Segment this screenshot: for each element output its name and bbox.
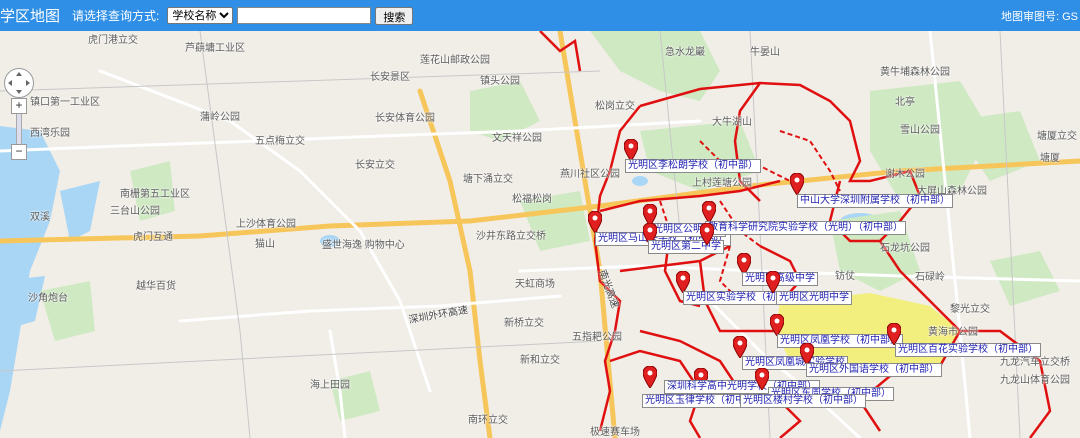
place-changan-scenic: 长安景区 xyxy=(370,72,410,83)
zoom-slider[interactable] xyxy=(16,114,22,144)
query-mode-select[interactable]: 学校名称 xyxy=(167,7,234,24)
place-jian: 北亭 xyxy=(895,97,915,108)
place-shuangxi: 双溪 xyxy=(30,212,50,223)
place-changan-sports: 长安体育公园 xyxy=(375,113,435,124)
place-lianhuashan-park: 莲花山邮政公园 xyxy=(420,55,490,66)
place-jishui-longyan: 急水龙巖 xyxy=(665,47,705,58)
school-label[interactable]: 教育科学研究院实验学校（光明）（初中部） xyxy=(705,221,906,235)
place-wutian: 五指耙公园 xyxy=(572,332,622,343)
place-changan-lijiao: 长安立交 xyxy=(355,160,395,171)
place-bushan-park: 蒲岭公园 xyxy=(200,112,240,123)
search-button[interactable]: 搜索 xyxy=(375,6,414,25)
place-shengshi-center: 盛世海逸 购物中心 xyxy=(322,240,405,251)
school-marker-icon[interactable] xyxy=(766,271,780,293)
place-nanfeng-industrial: 南栅第五工业区 xyxy=(120,189,190,200)
place-songgang: 松岗立交 xyxy=(595,101,635,112)
school-marker-icon[interactable] xyxy=(770,314,784,336)
place-tianxi-park: 燕川社区公园 xyxy=(560,169,620,180)
map-view[interactable]: 虎门港立交 芦蕻墉工业区 莲花山邮政公园 急水龙巖 牛晏山 黄牛埔森林公园 镇头… xyxy=(0,31,1080,438)
place-xiangmen: 塘下涌立交 xyxy=(463,174,513,185)
pan-control[interactable] xyxy=(4,68,34,98)
place-shangshui: 沙井东路立交桥 xyxy=(476,231,546,242)
place-liguang: 黎光立交 xyxy=(950,304,990,315)
place-zhentou-park: 镇头公园 xyxy=(480,76,520,87)
place-wentian-park: 文天祥公园 xyxy=(492,133,542,144)
place-yuehua: 越华百货 xyxy=(136,281,176,292)
place-fangyi: 钫仗 xyxy=(835,271,855,282)
place-shangcun: 上村莲塘公园 xyxy=(692,178,752,189)
place-niushan: 牛晏山 xyxy=(750,47,780,58)
pan-arrows-icon xyxy=(8,72,30,94)
place-yuankou-industrial: 镇口第一工业区 xyxy=(30,97,100,108)
place-dahe-dalian: 大牛湖山 xyxy=(712,117,752,128)
school-label[interactable]: 光明区高级中学 xyxy=(742,272,818,286)
zoom-in-button[interactable]: + xyxy=(11,98,27,114)
place-humen-gang: 虎门港立交 xyxy=(88,35,138,46)
place-shiyan: 石碌岭 xyxy=(915,272,945,283)
place-jixiang: 极速赛车场 xyxy=(590,427,640,438)
place-jiulong-sports: 九龙山体育公园 xyxy=(1000,375,1070,386)
school-marker-icon[interactable] xyxy=(624,139,638,161)
place-tiancao: 塘厦立交 xyxy=(1037,131,1077,142)
school-label[interactable]: 光明区外国语学校（初中部） xyxy=(806,363,942,377)
school-label[interactable]: 光明区李松朗学校（初中部） xyxy=(625,159,761,173)
school-marker-icon[interactable] xyxy=(643,366,657,388)
place-xinqiao: 新桥立交 xyxy=(504,318,544,329)
place-mashan-park: 猫山 xyxy=(255,239,275,250)
place-tianxu: 天虹商场 xyxy=(515,279,555,290)
school-label[interactable]: 光明区百花实验学校（初中部） xyxy=(895,343,1041,357)
school-label[interactable]: 光明区光明中学 xyxy=(776,291,852,305)
top-toolbar: 学区地图 请选择查询方式: 学校名称 搜索 地图审图号: GS xyxy=(0,0,1080,31)
place-haishang-park: 海上田园 xyxy=(310,380,350,391)
school-marker-icon[interactable] xyxy=(702,201,716,223)
school-marker-icon[interactable] xyxy=(676,271,690,293)
place-shangsha-sports: 上沙体育公园 xyxy=(236,219,296,230)
place-xiemu: 谢木公园 xyxy=(885,169,925,180)
place-sanshan-park: 三台山公园 xyxy=(110,206,160,217)
place-nanhuan: 南环立交 xyxy=(468,415,508,426)
place-xixiang-park: 西湾乐园 xyxy=(30,128,70,139)
place-tiantou2: 塘厦 xyxy=(1040,153,1060,164)
school-marker-icon[interactable] xyxy=(755,368,769,390)
school-marker-icon[interactable] xyxy=(733,336,747,358)
place-shilongkeng: 石龙坑公园 xyxy=(880,243,930,254)
place-xuelian: 雪山公园 xyxy=(900,125,940,136)
app-title: 学区地图 xyxy=(0,8,61,25)
place-xinhe: 新和立交 xyxy=(520,355,560,366)
place-wudianmei: 五点梅立交 xyxy=(255,136,305,147)
school-label[interactable]: 光明区楼村学校（初中部） xyxy=(740,394,866,408)
query-mode-label: 请选择查询方式: xyxy=(72,9,160,23)
place-luban-industrial: 芦蕻墉工业区 xyxy=(185,43,245,54)
place-songfu: 松福松岗 xyxy=(512,194,552,205)
map-approval-number: 地图审图号: GS xyxy=(1000,11,1078,23)
school-marker-icon[interactable] xyxy=(790,173,804,195)
place-shajiao: 沙角炮台 xyxy=(28,293,68,304)
school-marker-icon[interactable] xyxy=(887,323,901,345)
place-huanghai: 黄海市公园 xyxy=(928,327,978,338)
map-navigation-control: + − xyxy=(4,68,34,160)
school-marker-icon[interactable] xyxy=(588,211,602,233)
search-input[interactable] xyxy=(237,7,372,24)
school-marker-icon[interactable] xyxy=(800,343,814,365)
zoom-out-button[interactable]: − xyxy=(11,144,27,160)
school-label[interactable]: 中山大学深圳附属学校（初中部） xyxy=(797,194,953,208)
school-label[interactable]: 光明区凤凰学校（初中部） xyxy=(777,334,903,348)
school-marker-icon[interactable] xyxy=(700,223,714,245)
place-yeziling-park: 黄牛埔森林公园 xyxy=(880,67,950,78)
place-humen-lijiao: 虎门互通 xyxy=(133,232,173,243)
